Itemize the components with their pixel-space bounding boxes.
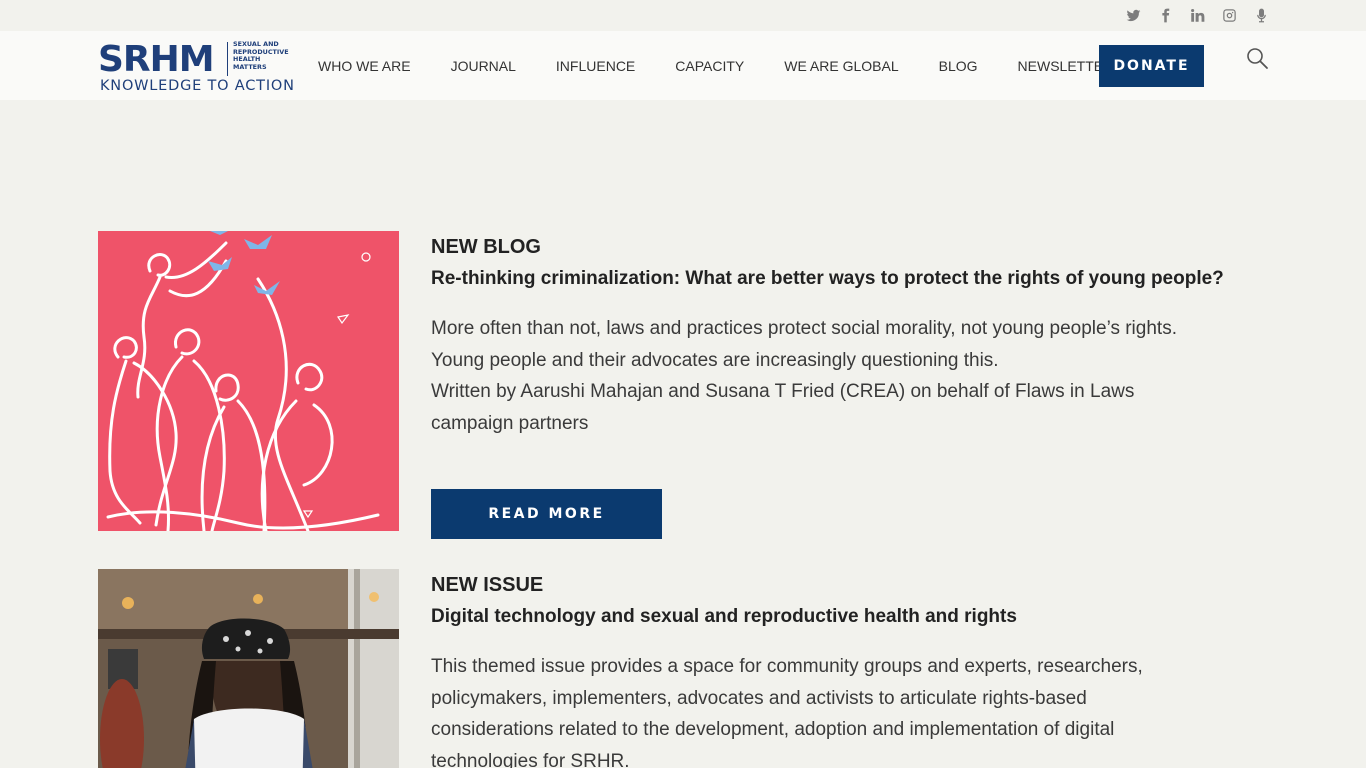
nav-capacity[interactable]: CAPACITY <box>675 58 744 74</box>
main-nav: WHO WE ARE JOURNAL INFLUENCE CAPACITY WE… <box>318 31 1123 100</box>
nav-who-we-are[interactable]: WHO WE ARE <box>318 58 411 74</box>
nav-we-are-global[interactable]: WE ARE GLOBAL <box>784 58 898 74</box>
facebook-icon[interactable] <box>1156 6 1174 24</box>
issue-kicker: NEW ISSUE <box>431 574 544 596</box>
logo-tagline: KNOWLEDGE TO ACTION <box>100 78 295 94</box>
blog-text: NEW BLOG Re-thinking criminalization: Wh… <box>431 235 1281 440</box>
logo-subtitle: SEXUAL AND REPRODUCTIVE HEALTH MATTERS <box>233 40 303 71</box>
blog-title[interactable]: Re-thinking criminalization: What are be… <box>431 267 1281 291</box>
blog-illustration[interactable] <box>98 231 399 531</box>
blog-kicker: NEW BLOG <box>431 236 541 258</box>
donate-button[interactable]: DONATE <box>1099 45 1204 87</box>
read-more-button[interactable]: READ MORE <box>431 489 662 539</box>
feature-new-issue: NEW ISSUE Digital technology and sexual … <box>98 569 1278 768</box>
social-links <box>1124 6 1270 24</box>
linkedin-icon[interactable] <box>1188 6 1206 24</box>
srhm-logo[interactable]: SRHM SEXUAL AND REPRODUCTIVE HEALTH MATT… <box>98 39 303 95</box>
summary-line: considerations related to the developmen… <box>431 719 1115 741</box>
top-bar <box>0 0 1366 31</box>
logo-divider <box>227 42 228 76</box>
summary-line: Young people and their advocates are inc… <box>431 349 999 371</box>
issue-summary: This themed issue provides a space for c… <box>431 651 1266 768</box>
logo-wordmark: SRHM <box>98 39 215 80</box>
issue-photo[interactable] <box>98 569 399 768</box>
nav-journal[interactable]: JOURNAL <box>451 58 516 74</box>
summary-line: policymakers, implementers, advocates an… <box>431 687 1087 709</box>
blog-summary: More often than not, laws and practices … <box>431 313 1266 440</box>
search-icon[interactable] <box>1245 46 1269 70</box>
site-header: SRHM SEXUAL AND REPRODUCTIVE HEALTH MATT… <box>0 31 1366 100</box>
twitter-icon[interactable] <box>1124 6 1142 24</box>
summary-line: Written by Aarushi Mahajan and Susana T … <box>431 381 1135 403</box>
feature-new-blog: NEW BLOG Re-thinking criminalization: Wh… <box>98 231 1278 541</box>
summary-line: More often than not, laws and practices … <box>431 318 1177 339</box>
logo-subtitle-line: MATTERS <box>233 62 267 71</box>
summary-line: campaign partners <box>431 413 589 435</box>
issue-title[interactable]: Digital technology and sexual and reprod… <box>431 605 1278 629</box>
summary-line: This themed issue provides a space for c… <box>431 656 1143 677</box>
instagram-icon[interactable] <box>1220 6 1238 24</box>
summary-line: technologies for SRHR. <box>431 751 630 768</box>
nav-influence[interactable]: INFLUENCE <box>556 58 635 74</box>
podcast-icon[interactable] <box>1252 6 1270 24</box>
issue-text: NEW ISSUE Digital technology and sexual … <box>431 573 1278 768</box>
nav-blog[interactable]: BLOG <box>939 58 978 74</box>
